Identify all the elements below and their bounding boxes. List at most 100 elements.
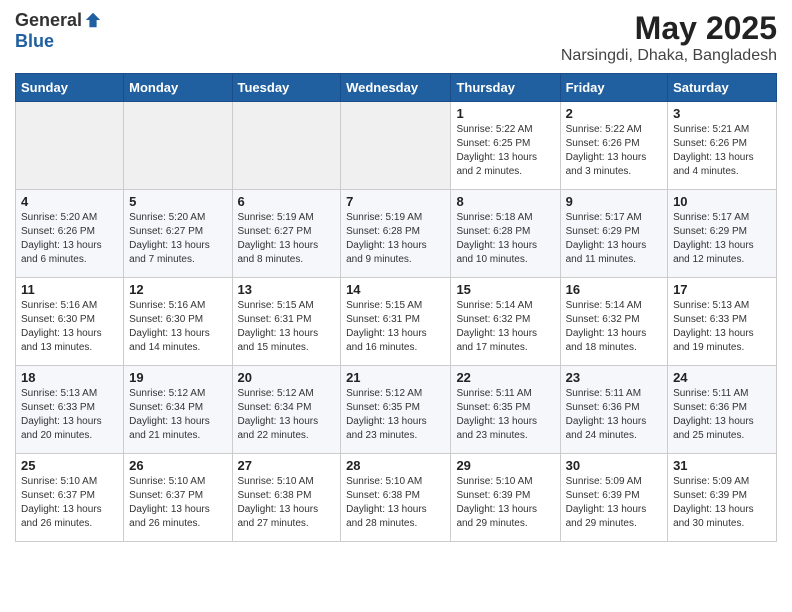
day-number: 17 xyxy=(673,282,771,297)
month-title: May 2025 xyxy=(561,10,777,47)
calendar-week-row: 18 Sunrise: 5:13 AM Sunset: 6:33 PM Dayli… xyxy=(16,366,777,454)
logo-general: General xyxy=(15,10,82,31)
calendar-cell: 6 Sunrise: 5:19 AM Sunset: 6:27 PM Daylig… xyxy=(232,190,341,278)
calendar-cell: 28 Sunrise: 5:10 AM Sunset: 6:38 PM Dayli… xyxy=(341,454,451,542)
day-number: 19 xyxy=(129,370,226,385)
calendar-cell: 4 Sunrise: 5:20 AM Sunset: 6:26 PM Daylig… xyxy=(16,190,124,278)
calendar-cell: 31 Sunrise: 5:09 AM Sunset: 6:39 PM Dayli… xyxy=(668,454,777,542)
day-info: Sunrise: 5:15 AM Sunset: 6:31 PM Dayligh… xyxy=(238,299,336,355)
day-number: 24 xyxy=(673,370,771,385)
day-info: Sunrise: 5:16 AM Sunset: 6:30 PM Dayligh… xyxy=(129,299,226,355)
day-number: 4 xyxy=(21,194,118,209)
calendar-cell xyxy=(16,102,124,190)
day-number: 20 xyxy=(238,370,336,385)
calendar-cell: 5 Sunrise: 5:20 AM Sunset: 6:27 PM Daylig… xyxy=(124,190,232,278)
calendar-cell: 23Sunrise: 5:11 AM Sunset: 6:36 PM Dayli… xyxy=(560,366,667,454)
day-info: Sunrise: 5:17 AM Sunset: 6:29 PM Dayligh… xyxy=(673,211,771,267)
calendar-cell: 29 Sunrise: 5:10 AM Sunset: 6:39 PM Dayli… xyxy=(451,454,560,542)
day-number: 2 xyxy=(566,106,662,121)
logo: General Blue xyxy=(15,10,102,52)
day-info: Sunrise: 5:15 AM Sunset: 6:31 PM Dayligh… xyxy=(346,299,445,355)
day-info: Sunrise: 5:19 AM Sunset: 6:27 PM Dayligh… xyxy=(238,211,336,267)
calendar-cell: 10 Sunrise: 5:17 AM Sunset: 6:29 PM Dayli… xyxy=(668,190,777,278)
day-number: 16 xyxy=(566,282,662,297)
calendar-cell: 7 Sunrise: 5:19 AM Sunset: 6:28 PM Daylig… xyxy=(341,190,451,278)
day-info: Sunrise: 5:18 AM Sunset: 6:28 PM Dayligh… xyxy=(456,211,554,267)
day-info: Sunrise: 5:22 AM Sunset: 6:25 PM Dayligh… xyxy=(456,123,554,179)
day-info: Sunrise: 5:21 AM Sunset: 6:26 PM Dayligh… xyxy=(673,123,771,179)
day-number: 18 xyxy=(21,370,118,385)
day-number: 5 xyxy=(129,194,226,209)
day-number: 29 xyxy=(456,458,554,473)
calendar-cell: 9Sunrise: 5:17 AM Sunset: 6:29 PM Daylig… xyxy=(560,190,667,278)
day-number: 1 xyxy=(456,106,554,121)
calendar-week-row: 25 Sunrise: 5:10 AM Sunset: 6:37 PM Dayli… xyxy=(16,454,777,542)
day-info: Sunrise: 5:10 AM Sunset: 6:38 PM Dayligh… xyxy=(346,475,445,531)
calendar-cell: 27Sunrise: 5:10 AM Sunset: 6:38 PM Dayli… xyxy=(232,454,341,542)
calendar-cell: 3 Sunrise: 5:21 AM Sunset: 6:26 PM Daylig… xyxy=(668,102,777,190)
day-info: Sunrise: 5:10 AM Sunset: 6:39 PM Dayligh… xyxy=(456,475,554,531)
day-number: 28 xyxy=(346,458,445,473)
day-info: Sunrise: 5:13 AM Sunset: 6:33 PM Dayligh… xyxy=(673,299,771,355)
day-info: Sunrise: 5:20 AM Sunset: 6:26 PM Dayligh… xyxy=(21,211,118,267)
day-number: 14 xyxy=(346,282,445,297)
day-info: Sunrise: 5:09 AM Sunset: 6:39 PM Dayligh… xyxy=(673,475,771,531)
calendar-day-header: Thursday xyxy=(451,74,560,102)
header: General Blue May 2025 Narsingdi, Dhaka, … xyxy=(15,10,777,65)
calendar-cell xyxy=(232,102,341,190)
day-number: 25 xyxy=(21,458,118,473)
logo-icon xyxy=(84,11,102,29)
calendar-cell: 13 Sunrise: 5:15 AM Sunset: 6:31 PM Dayli… xyxy=(232,278,341,366)
day-info: Sunrise: 5:13 AM Sunset: 6:33 PM Dayligh… xyxy=(21,387,118,443)
day-number: 12 xyxy=(129,282,226,297)
calendar-cell: 24 Sunrise: 5:11 AM Sunset: 6:36 PM Dayli… xyxy=(668,366,777,454)
day-number: 3 xyxy=(673,106,771,121)
day-number: 10 xyxy=(673,194,771,209)
calendar-week-row: 4 Sunrise: 5:20 AM Sunset: 6:26 PM Daylig… xyxy=(16,190,777,278)
title-area: May 2025 Narsingdi, Dhaka, Bangladesh xyxy=(561,10,777,65)
day-number: 15 xyxy=(456,282,554,297)
calendar-day-header: Monday xyxy=(124,74,232,102)
day-info: Sunrise: 5:20 AM Sunset: 6:27 PM Dayligh… xyxy=(129,211,226,267)
day-info: Sunrise: 5:12 AM Sunset: 6:34 PM Dayligh… xyxy=(129,387,226,443)
calendar-cell: 26Sunrise: 5:10 AM Sunset: 6:37 PM Dayli… xyxy=(124,454,232,542)
day-info: Sunrise: 5:11 AM Sunset: 6:36 PM Dayligh… xyxy=(673,387,771,443)
calendar-cell: 22 Sunrise: 5:11 AM Sunset: 6:35 PM Dayli… xyxy=(451,366,560,454)
calendar-cell: 15 Sunrise: 5:14 AM Sunset: 6:32 PM Dayli… xyxy=(451,278,560,366)
calendar-cell xyxy=(341,102,451,190)
day-info: Sunrise: 5:12 AM Sunset: 6:34 PM Dayligh… xyxy=(238,387,336,443)
day-number: 31 xyxy=(673,458,771,473)
calendar-table: SundayMondayTuesdayWednesdayThursdayFrid… xyxy=(15,73,777,542)
calendar-week-row: 1 Sunrise: 5:22 AM Sunset: 6:25 PM Daylig… xyxy=(16,102,777,190)
day-number: 7 xyxy=(346,194,445,209)
calendar-cell: 11Sunrise: 5:16 AM Sunset: 6:30 PM Dayli… xyxy=(16,278,124,366)
calendar-cell: 17 Sunrise: 5:13 AM Sunset: 6:33 PM Dayli… xyxy=(668,278,777,366)
day-info: Sunrise: 5:11 AM Sunset: 6:35 PM Dayligh… xyxy=(456,387,554,443)
calendar-cell: 14 Sunrise: 5:15 AM Sunset: 6:31 PM Dayli… xyxy=(341,278,451,366)
day-info: Sunrise: 5:14 AM Sunset: 6:32 PM Dayligh… xyxy=(456,299,554,355)
day-info: Sunrise: 5:10 AM Sunset: 6:38 PM Dayligh… xyxy=(238,475,336,531)
day-info: Sunrise: 5:12 AM Sunset: 6:35 PM Dayligh… xyxy=(346,387,445,443)
day-info: Sunrise: 5:10 AM Sunset: 6:37 PM Dayligh… xyxy=(21,475,118,531)
calendar-cell: 21 Sunrise: 5:12 AM Sunset: 6:35 PM Dayli… xyxy=(341,366,451,454)
day-info: Sunrise: 5:22 AM Sunset: 6:26 PM Dayligh… xyxy=(566,123,662,179)
calendar-header-row: SundayMondayTuesdayWednesdayThursdayFrid… xyxy=(16,74,777,102)
page-container: General Blue May 2025 Narsingdi, Dhaka, … xyxy=(0,0,792,552)
day-number: 21 xyxy=(346,370,445,385)
calendar-cell: 18 Sunrise: 5:13 AM Sunset: 6:33 PM Dayli… xyxy=(16,366,124,454)
day-info: Sunrise: 5:16 AM Sunset: 6:30 PM Dayligh… xyxy=(21,299,118,355)
day-number: 13 xyxy=(238,282,336,297)
calendar-cell: 2 Sunrise: 5:22 AM Sunset: 6:26 PM Daylig… xyxy=(560,102,667,190)
day-info: Sunrise: 5:19 AM Sunset: 6:28 PM Dayligh… xyxy=(346,211,445,267)
location-title: Narsingdi, Dhaka, Bangladesh xyxy=(561,47,777,65)
day-number: 22 xyxy=(456,370,554,385)
day-info: Sunrise: 5:17 AM Sunset: 6:29 PM Dayligh… xyxy=(566,211,662,267)
calendar-cell: 25 Sunrise: 5:10 AM Sunset: 6:37 PM Dayli… xyxy=(16,454,124,542)
day-number: 8 xyxy=(456,194,554,209)
calendar-cell: 8 Sunrise: 5:18 AM Sunset: 6:28 PM Daylig… xyxy=(451,190,560,278)
day-number: 6 xyxy=(238,194,336,209)
day-number: 26 xyxy=(129,458,226,473)
day-info: Sunrise: 5:14 AM Sunset: 6:32 PM Dayligh… xyxy=(566,299,662,355)
calendar-cell: 30Sunrise: 5:09 AM Sunset: 6:39 PM Dayli… xyxy=(560,454,667,542)
calendar-cell: 1 Sunrise: 5:22 AM Sunset: 6:25 PM Daylig… xyxy=(451,102,560,190)
